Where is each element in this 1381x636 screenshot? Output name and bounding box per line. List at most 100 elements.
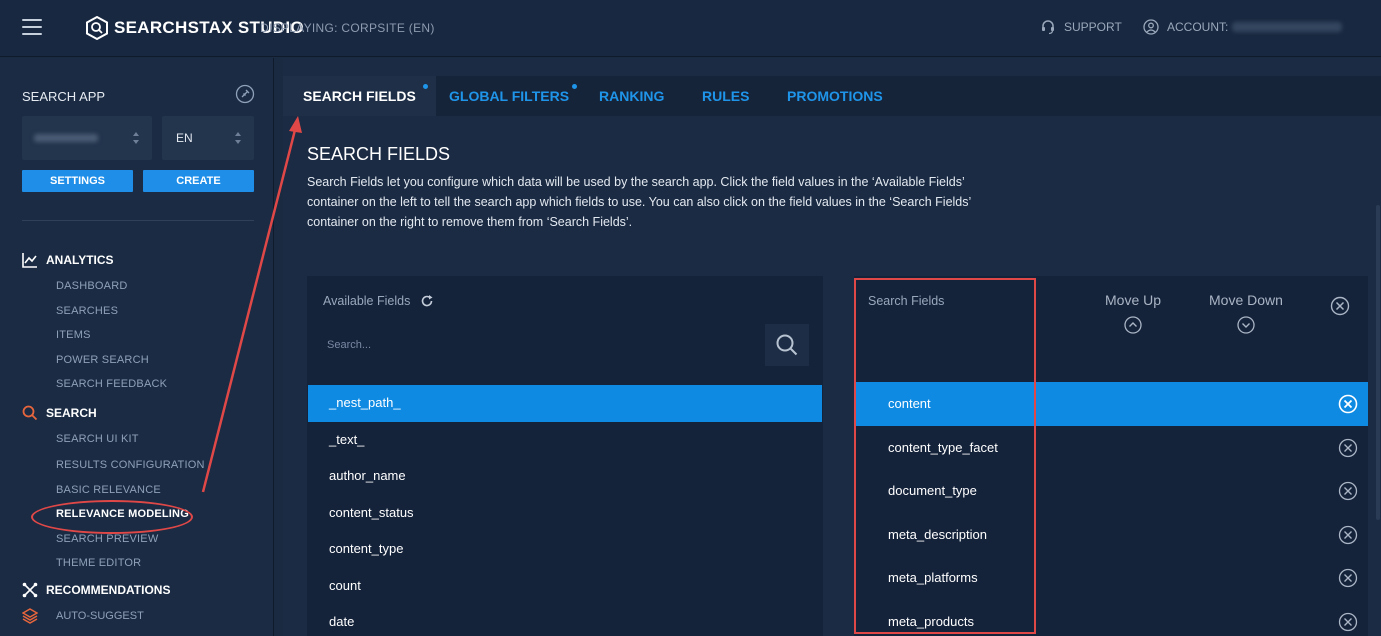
search-fields-title: Search Fields xyxy=(868,294,945,308)
panel-title: SEARCH FIELDS xyxy=(307,144,451,164)
support-link[interactable]: SUPPORT xyxy=(1040,19,1122,35)
field-search-input[interactable] xyxy=(323,324,763,366)
search-field-item[interactable]: meta_platforms xyxy=(856,556,1368,600)
nav-relevance-modeling[interactable]: RELEVANCE MODELING xyxy=(56,508,189,520)
available-field-item[interactable]: content_status xyxy=(308,495,822,532)
search-field-item[interactable]: meta_products xyxy=(856,600,1368,636)
tab-global-filters[interactable]: GLOBAL FILTERS xyxy=(449,76,578,116)
remove-field-close-icon[interactable] xyxy=(1338,568,1358,588)
move-up-button[interactable]: Move Up xyxy=(1105,292,1161,334)
remove-field-close-icon[interactable] xyxy=(1338,438,1358,458)
available-field-item[interactable]: author_name xyxy=(308,458,822,495)
tab-search-fields-label: SEARCH FIELDS xyxy=(303,88,416,104)
analytics-label: ANALYTICS xyxy=(46,253,114,267)
chevron-down-circle-icon xyxy=(1237,316,1255,334)
tab-indicator-dot xyxy=(422,84,428,89)
updown-arrows-icon xyxy=(235,132,241,144)
available-fields-title: Available Fields xyxy=(323,294,411,308)
tab-ranking[interactable]: RANKING xyxy=(599,76,664,116)
search-icon xyxy=(776,334,798,356)
nav-items[interactable]: ITEMS xyxy=(56,329,91,341)
app-select[interactable] xyxy=(22,116,152,160)
nav-search-ui-kit[interactable]: SEARCH UI KIT xyxy=(56,433,139,445)
sidebar-divider xyxy=(22,220,254,221)
search-label: SEARCH xyxy=(46,406,97,420)
updown-arrows-icon xyxy=(133,132,139,144)
chevron-up-circle-icon xyxy=(1124,316,1142,334)
move-down-button[interactable]: Move Down xyxy=(1209,292,1283,334)
nav-basic-relevance[interactable]: BASIC RELEVANCE xyxy=(56,484,161,496)
line-chart-icon xyxy=(22,253,37,268)
move-up-label: Move Up xyxy=(1105,292,1162,308)
nav-results-configuration[interactable]: RESULTS CONFIGURATION xyxy=(56,459,205,471)
language-value: EN xyxy=(176,131,193,145)
create-button[interactable]: CREATE xyxy=(143,170,254,192)
auto-suggest-label: AUTO-SUGGEST xyxy=(56,610,144,622)
tab-rules[interactable]: RULES xyxy=(702,76,749,116)
nav-dashboard[interactable]: DASHBOARD xyxy=(56,280,127,292)
available-fields-header: Available Fields xyxy=(323,294,434,308)
search-field-label: content xyxy=(888,396,931,411)
user-circle-icon xyxy=(1143,19,1159,35)
tab-bar: SEARCH FIELDS GLOBAL FILTERS RANKING RUL… xyxy=(283,76,1381,116)
search-field-item[interactable]: content xyxy=(856,382,1368,426)
move-down-label: Move Down xyxy=(1209,292,1283,308)
tab-search-fields[interactable]: SEARCH FIELDS xyxy=(283,76,436,116)
searchstax-logo-icon xyxy=(86,16,108,40)
sidebar: SEARCH APP EN SETTINGS CREATE ANALYTICS … xyxy=(0,58,274,636)
nav-search[interactable]: SEARCH xyxy=(22,405,97,421)
search-field-label: document_type xyxy=(888,483,977,498)
search-fields-container: Search Fields Move Up Move Down content xyxy=(854,276,1368,636)
remove-all-close-icon[interactable] xyxy=(1330,296,1350,316)
shuffle-icon xyxy=(22,582,38,598)
available-field-item[interactable]: _nest_path_ xyxy=(308,385,822,422)
available-field-item[interactable]: count xyxy=(308,568,822,605)
available-field-item[interactable]: _text_ xyxy=(308,422,822,459)
search-field-label: content_type_facet xyxy=(888,439,998,455)
pin-icon[interactable] xyxy=(235,84,255,104)
app-name-redacted xyxy=(34,134,98,142)
nav-theme-editor[interactable]: THEME EDITOR xyxy=(56,557,141,569)
headset-icon xyxy=(1042,20,1054,35)
field-search-button[interactable] xyxy=(765,324,809,366)
hamburger-menu-icon[interactable] xyxy=(22,19,42,37)
remove-field-close-icon[interactable] xyxy=(1338,525,1358,545)
search-field-label: meta_description xyxy=(888,526,987,542)
main-content: SEARCH FIELDS GLOBAL FILTERS RANKING RUL… xyxy=(283,58,1381,636)
tab-promotions[interactable]: PROMOTIONS xyxy=(787,76,883,116)
support-label: SUPPORT xyxy=(1064,20,1122,34)
settings-button[interactable]: SETTINGS xyxy=(22,170,133,192)
search-field-label: meta_platforms xyxy=(888,570,978,585)
tab-global-filters-label: GLOBAL FILTERS xyxy=(449,88,570,104)
account-menu[interactable]: ACCOUNT: xyxy=(1143,19,1343,35)
search-icon xyxy=(22,405,38,421)
page-scrollbar[interactable] xyxy=(1376,205,1380,520)
refresh-icon[interactable] xyxy=(420,294,434,308)
remove-field-close-icon[interactable] xyxy=(1338,394,1358,414)
available-fields-container: Available Fields _nest_path_ _text_ auth… xyxy=(307,276,823,636)
account-name-redacted xyxy=(1232,22,1343,32)
panel-description: Search Fields let you configure which da… xyxy=(307,175,971,229)
nav-recommendations[interactable]: RECOMMENDATIONS xyxy=(22,582,170,598)
nav-searches[interactable]: SEARCHES xyxy=(56,305,118,317)
remove-field-close-icon[interactable] xyxy=(1338,612,1358,632)
nav-analytics[interactable]: ANALYTICS xyxy=(22,252,114,268)
field-search xyxy=(323,324,809,366)
available-field-item[interactable]: content_type xyxy=(308,531,822,568)
displaying-label: DISPLAYING: CORPSITE (EN) xyxy=(260,21,435,35)
search-field-item[interactable]: content_type_facet xyxy=(856,426,1368,470)
nav-search-feedback[interactable]: SEARCH FEEDBACK xyxy=(56,378,167,390)
language-select[interactable]: EN xyxy=(162,116,254,160)
available-fields-list: _nest_path_ _text_ author_name content_s… xyxy=(308,385,822,636)
nav-power-search[interactable]: POWER SEARCH xyxy=(56,354,149,366)
search-app-title: SEARCH APP xyxy=(22,89,106,104)
available-field-item[interactable]: date xyxy=(308,604,822,636)
nav-search-preview[interactable]: SEARCH PREVIEW xyxy=(56,533,158,545)
search-fields-list: content content_type_facet document_type xyxy=(856,382,1368,636)
search-field-item[interactable]: document_type xyxy=(856,469,1368,513)
tab-indicator-dot xyxy=(572,84,578,89)
top-bar: SEARCHSTAX STUDIO DISPLAYING: CORPSITE (… xyxy=(0,0,1381,57)
search-field-item[interactable]: meta_description xyxy=(856,513,1368,557)
nav-auto-suggest[interactable]: AUTO-SUGGEST xyxy=(22,608,144,624)
remove-field-close-icon[interactable] xyxy=(1338,481,1358,501)
